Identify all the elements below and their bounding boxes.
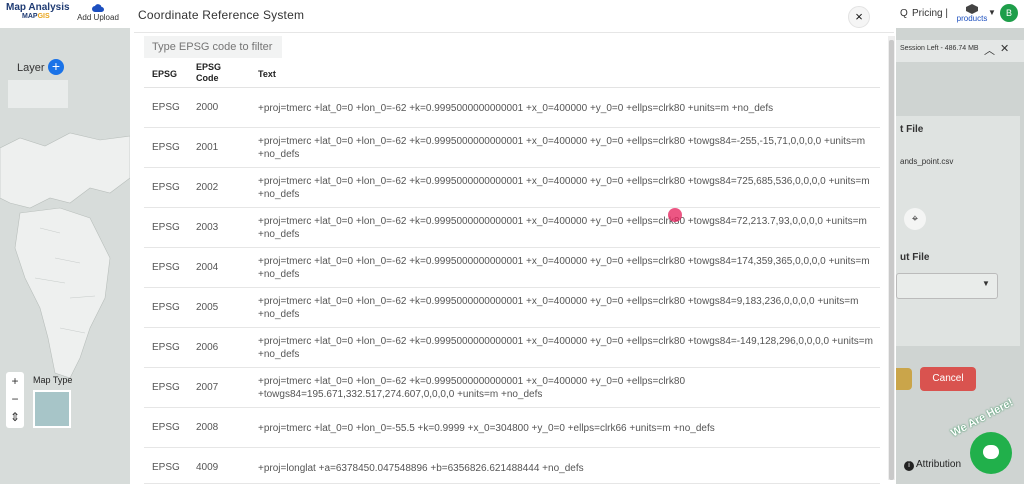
pricing-link[interactable]: Pricing | bbox=[912, 8, 948, 19]
menu-fragment: Q bbox=[900, 8, 908, 19]
crs-modal: Coordinate Reference System × EPSG EPSG … bbox=[130, 0, 896, 484]
top-right-menu: Q Pricing | products ▼ B bbox=[896, 0, 1024, 28]
cell-text: +proj=tmerc +lat_0=0 +lon_0=-62 +k=0.999… bbox=[258, 176, 870, 200]
cell-code: 2002 bbox=[196, 182, 219, 193]
mouse-cursor-indicator bbox=[668, 208, 682, 222]
layer-label: Layer bbox=[17, 62, 45, 74]
info-icon: i bbox=[904, 461, 914, 471]
cell-epsg: EPSG bbox=[152, 422, 180, 433]
cell-epsg: EPSG bbox=[152, 182, 180, 193]
products-label: products bbox=[956, 14, 988, 23]
add-upload-button[interactable]: Add Upload bbox=[70, 4, 126, 22]
table-row[interactable]: EPSG 4009 +proj=longlat +a=6378450.04754… bbox=[144, 448, 880, 484]
caret-down-icon[interactable]: ▼ bbox=[988, 8, 996, 17]
chat-icon bbox=[983, 445, 999, 459]
zoom-in-button[interactable]: + bbox=[6, 372, 24, 390]
cell-text: +proj=tmerc +lat_0=0 +lon_0=-55.5 +k=0.9… bbox=[258, 423, 715, 434]
cell-code: 2004 bbox=[196, 262, 219, 273]
map-type-thumbnail[interactable] bbox=[33, 390, 71, 428]
zoom-control: + − ⇕ bbox=[6, 372, 24, 428]
add-layer-button[interactable]: + bbox=[48, 59, 64, 75]
header-text: Text bbox=[258, 69, 276, 79]
cell-epsg: EPSG bbox=[152, 462, 180, 473]
table-row[interactable]: EPSG 2000 +proj=tmerc +lat_0=0 +lon_0=-6… bbox=[144, 88, 880, 128]
app-sub-logo: MAPGIS bbox=[22, 13, 66, 20]
chevron-up-icon[interactable]: ︿ bbox=[984, 42, 995, 58]
close-icon[interactable]: ✕ bbox=[1000, 42, 1009, 55]
cloud-upload-icon bbox=[92, 4, 104, 12]
cell-text: +proj=tmerc +lat_0=0 +lon_0=-62 +k=0.999… bbox=[258, 216, 867, 240]
table-row[interactable]: EPSG 2006 +proj=tmerc +lat_0=0 +lon_0=-6… bbox=[144, 328, 880, 368]
map-type-label: Map Type bbox=[33, 375, 73, 385]
right-panel: Session Left - 486.74 MB ︿ ✕ t File ands… bbox=[896, 28, 1024, 484]
header-epsg: EPSG bbox=[152, 69, 178, 79]
output-file-title: ut File bbox=[900, 252, 930, 263]
map-canvas[interactable]: Layer + + − ⇕ Map Type bbox=[0, 28, 130, 484]
cell-epsg: EPSG bbox=[152, 382, 180, 393]
crs-table: EPSG EPSG Code Text EPSG 2000 +proj=tmer… bbox=[144, 60, 880, 484]
app-logo[interactable]: Map Analysis MAPGIS bbox=[6, 2, 70, 20]
cell-epsg: EPSG bbox=[152, 142, 180, 153]
tool-card bbox=[896, 116, 1020, 346]
app-sub-suffix: GIS bbox=[37, 13, 50, 20]
submit-button[interactable] bbox=[896, 368, 912, 390]
cell-epsg: EPSG bbox=[152, 302, 180, 313]
cell-epsg: EPSG bbox=[152, 262, 180, 273]
table-row[interactable]: EPSG 2007 +proj=tmerc +lat_0=0 +lon_0=-6… bbox=[144, 368, 880, 408]
cell-text: +proj=tmerc +lat_0=0 +lon_0=-62 +k=0.999… bbox=[258, 136, 866, 160]
cell-text: +proj=tmerc +lat_0=0 +lon_0=-62 +k=0.999… bbox=[258, 376, 686, 400]
reset-north-button[interactable]: ⇕ bbox=[6, 408, 24, 426]
cell-code: 2003 bbox=[196, 222, 219, 233]
cell-code: 2005 bbox=[196, 302, 219, 313]
app-name: Map Analysis bbox=[6, 2, 70, 13]
cell-epsg: EPSG bbox=[152, 102, 180, 113]
table-row[interactable]: EPSG 2001 +proj=tmerc +lat_0=0 +lon_0=-6… bbox=[144, 128, 880, 168]
modal-title: Coordinate Reference System bbox=[138, 8, 305, 22]
header-code: EPSG Code bbox=[196, 62, 222, 83]
add-upload-label: Add Upload bbox=[77, 13, 119, 22]
table-row[interactable]: EPSG 2003 +proj=tmerc +lat_0=0 +lon_0=-6… bbox=[144, 208, 880, 248]
cell-code: 2006 bbox=[196, 342, 219, 353]
scrollbar-thumb[interactable] bbox=[889, 40, 894, 480]
cell-code: 2000 bbox=[196, 102, 219, 113]
chevron-down-icon: ▼ bbox=[982, 279, 990, 288]
cell-epsg: EPSG bbox=[152, 222, 180, 233]
cancel-button[interactable]: Cancel bbox=[920, 367, 976, 391]
session-status: Session Left - 486.74 MB bbox=[900, 45, 979, 52]
cell-epsg: EPSG bbox=[152, 342, 180, 353]
epsg-filter-input[interactable] bbox=[144, 36, 282, 58]
table-row[interactable]: EPSG 2002 +proj=tmerc +lat_0=0 +lon_0=-6… bbox=[144, 168, 880, 208]
cell-code: 2008 bbox=[196, 422, 219, 433]
cell-code: 2007 bbox=[196, 382, 219, 393]
input-file-name: ands_point.csv bbox=[900, 157, 954, 166]
cell-text: +proj=tmerc +lat_0=0 +lon_0=-62 +k=0.999… bbox=[258, 256, 870, 280]
attribution-label: Attribution bbox=[916, 459, 962, 470]
avatar[interactable]: B bbox=[1000, 4, 1018, 22]
cell-text: +proj=tmerc +lat_0=0 +lon_0=-62 +k=0.999… bbox=[258, 336, 873, 360]
app-sub-prefix: MAP bbox=[22, 13, 38, 20]
cell-code: 2001 bbox=[196, 142, 219, 153]
crosshair-icon[interactable]: ⌖ bbox=[904, 208, 926, 230]
zoom-out-button[interactable]: − bbox=[6, 390, 24, 408]
cell-text: +proj=tmerc +lat_0=0 +lon_0=-62 +k=0.999… bbox=[258, 103, 774, 114]
input-file-title: t File bbox=[900, 124, 924, 135]
attribution-button[interactable]: i Attribution bbox=[904, 459, 961, 471]
cube-icon bbox=[966, 4, 978, 14]
table-row[interactable]: EPSG 2008 +proj=tmerc +lat_0=0 +lon_0=-5… bbox=[144, 408, 880, 448]
divider bbox=[134, 32, 894, 33]
layer-panel bbox=[8, 80, 68, 108]
cell-text: +proj=tmerc +lat_0=0 +lon_0=-62 +k=0.999… bbox=[258, 296, 859, 320]
cell-code: 4009 bbox=[196, 462, 219, 473]
cell-text: +proj=longlat +a=6378450.047548896 +b=63… bbox=[258, 463, 584, 474]
products-menu[interactable]: products bbox=[952, 4, 992, 23]
table-header: EPSG EPSG Code Text bbox=[144, 60, 880, 88]
table-row[interactable]: EPSG 2004 +proj=tmerc +lat_0=0 +lon_0=-6… bbox=[144, 248, 880, 288]
table-row[interactable]: EPSG 2005 +proj=tmerc +lat_0=0 +lon_0=-6… bbox=[144, 288, 880, 328]
close-button[interactable]: × bbox=[848, 6, 870, 28]
